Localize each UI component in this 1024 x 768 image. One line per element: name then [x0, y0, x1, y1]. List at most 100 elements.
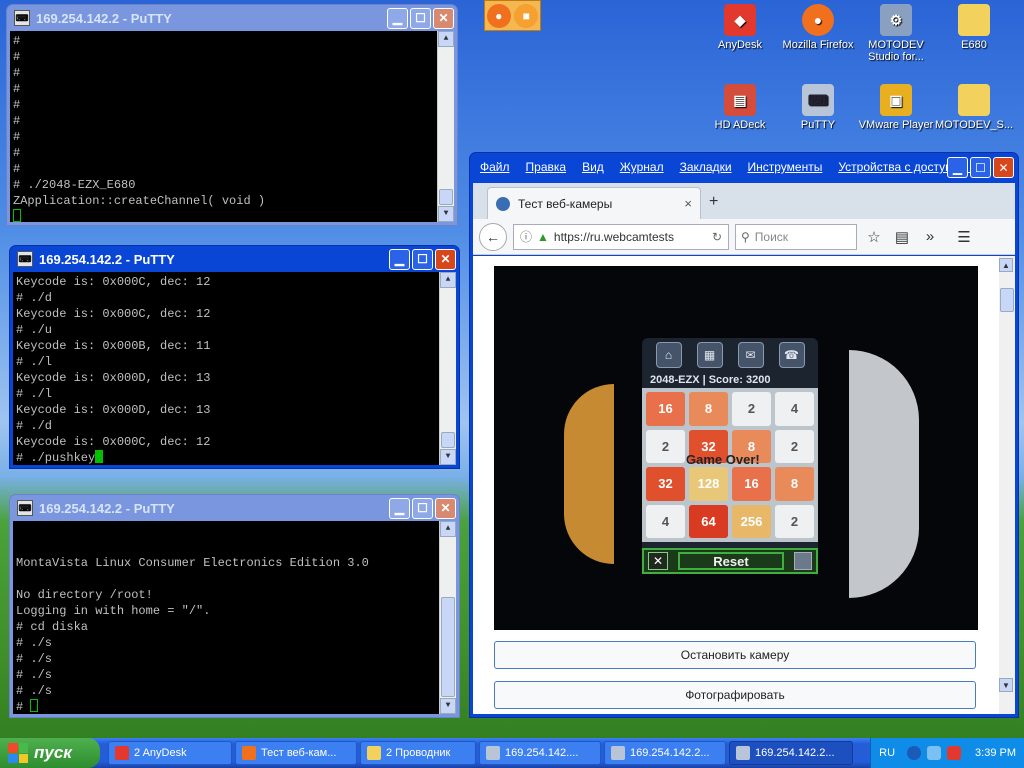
scroll-thumb[interactable] — [441, 597, 455, 697]
menu-item[interactable]: Инструменты — [748, 160, 823, 174]
scroll-up-arrow-icon[interactable]: ▲ — [438, 31, 454, 47]
minimize-button[interactable]: ▁ — [389, 497, 410, 519]
terminal-output[interactable]: # # # # # # # # # # ./2048-EZX_E680 ZApplication::… — [10, 31, 454, 222]
desktop-icon-firefox[interactable]: ● Mozilla Firefox — [779, 4, 857, 51]
menu-item[interactable]: Правка — [526, 160, 567, 174]
network-icon[interactable] — [927, 746, 942, 760]
desktop-icon-vmware-player[interactable]: ▣ VMware Player — [857, 84, 935, 131]
close-button[interactable]: ✕ — [435, 248, 456, 270]
menu-item[interactable]: Закладки — [680, 160, 732, 174]
reload-icon[interactable]: ↻ — [712, 230, 722, 244]
game-tile: 2 — [732, 392, 771, 426]
scroll-thumb[interactable] — [441, 432, 455, 448]
hamburger-menu-icon[interactable]: ☰ — [953, 228, 975, 246]
vertical-scrollbar[interactable]: ▲ ▼ — [437, 31, 454, 222]
vertical-scrollbar[interactable]: ▲ ▼ — [439, 272, 456, 465]
terminal-output[interactable]: Keycode is: 0x000C, dec: 12 # ./d Keycode … — [13, 272, 456, 465]
vertical-scrollbar[interactable]: ▲ ▼ — [439, 521, 456, 714]
close-button[interactable]: ✕ — [435, 497, 456, 519]
title-bar[interactable]: ⌨ 169.254.142.2 - PuTTY ▁ ☐ ✕ — [10, 5, 454, 31]
new-tab-button[interactable]: + — [709, 193, 718, 211]
taskbar-items: 2 AnyDesk Тест веб-кам... 2 Проводник 169.2… — [108, 741, 870, 765]
maximize-button[interactable]: ☐ — [412, 248, 433, 270]
maximize-button[interactable]: ☐ — [970, 157, 991, 178]
system-tray: RU 3:39 PM — [870, 738, 1024, 768]
minimize-button[interactable]: ▁ — [387, 7, 408, 29]
game-tile: 16 — [732, 467, 771, 501]
menu-item[interactable]: Вид — [582, 160, 604, 174]
page-scrollbar[interactable]: ▲ ▼ — [999, 256, 1015, 714]
taskbar-app-icon — [611, 746, 625, 760]
scroll-thumb[interactable] — [439, 189, 453, 205]
scroll-thumb[interactable] — [1000, 288, 1014, 312]
terminal-output[interactable]: MontaVista Linux Consumer Electronics Ed… — [13, 521, 456, 714]
close-button[interactable]: ✕ — [993, 157, 1014, 178]
scroll-up-arrow-icon[interactable]: ▲ — [999, 258, 1013, 272]
desktop-icon-motodev-folder[interactable]: MOTODEV_S... — [935, 84, 1013, 131]
scroll-down-arrow-icon[interactable]: ▼ — [440, 449, 456, 465]
title-bar[interactable]: ⌨ 169.254.142.2 - PuTTY ▁ ☐ ✕ — [13, 246, 456, 272]
taskbar-button[interactable]: 169.254.142.... — [479, 741, 601, 765]
game-tile: 64 — [689, 504, 728, 538]
game-tile: 16 — [646, 392, 685, 426]
title-bar[interactable]: ⌨ 169.254.142.2 - PuTTY ▁ ☐ ✕ — [13, 495, 456, 521]
desktop-icon-motodev-studio[interactable]: ⚙ MOTODEV Studio for... — [857, 4, 935, 63]
terminal-line: Keycode is: 0x000C, dec: 12 — [16, 275, 211, 289]
video-camera-icon[interactable]: ■ — [514, 3, 539, 28]
language-indicator[interactable]: RU — [879, 747, 895, 759]
taskbar-button[interactable]: 169.254.142.2... — [604, 741, 726, 765]
firefox-window[interactable]: Файл Правка Вид Журнал Закладки Инструменты Ус… — [469, 152, 1019, 718]
desktop-icon-e680-folder[interactable]: E680 — [935, 4, 1013, 51]
taskbar-app-icon — [736, 746, 750, 760]
taskbar-button[interactable]: 2 AnyDesk — [108, 741, 232, 765]
terminal-line: Logging in with home = "/". — [16, 604, 211, 618]
back-arrow-icon[interactable]: ← — [479, 222, 507, 251]
close-button[interactable]: ✕ — [433, 7, 454, 29]
taskbar-button[interactable]: 169.254.142.2... — [729, 741, 853, 765]
prompt-text: # — [16, 700, 31, 714]
terminal-line: # ./l — [16, 355, 53, 369]
terminal-line: # ./l — [16, 387, 53, 401]
menu-item[interactable]: Журнал — [620, 160, 664, 174]
anydesk-tray-icon[interactable] — [947, 746, 962, 760]
maximize-button[interactable]: ☐ — [412, 497, 433, 519]
info-icon[interactable]: ⓘ — [520, 228, 532, 245]
search-input[interactable]: ⚲ Поиск — [735, 223, 857, 250]
minimize-button[interactable]: ▁ — [947, 157, 968, 178]
desktop-icon-hd-adeck[interactable]: ▤ HD ADeck — [701, 84, 779, 131]
scroll-up-arrow-icon[interactable]: ▲ — [440, 272, 456, 288]
taskbar-button[interactable]: 2 Проводник — [360, 741, 476, 765]
tab-webcam-test[interactable]: Тест веб-камеры × — [487, 187, 701, 219]
minimize-button[interactable]: ▁ — [389, 248, 410, 270]
scroll-down-arrow-icon[interactable]: ▼ — [999, 678, 1013, 692]
scroll-up-arrow-icon[interactable]: ▲ — [440, 521, 456, 537]
maximize-button[interactable]: ☐ — [410, 7, 431, 29]
url-bar[interactable]: ⓘ ▲ https://ru.webcamtests ↻ — [513, 223, 729, 250]
taskbar-button[interactable]: Тест веб-кам... — [235, 741, 357, 765]
take-photo-button[interactable]: Фотографировать — [494, 681, 976, 709]
desktop-icon-anydesk[interactable]: ◆ AnyDesk — [701, 4, 779, 51]
taskbar-button-label: 169.254.142.2... — [630, 747, 710, 759]
putty-window-1[interactable]: ⌨ 169.254.142.2 - PuTTY ▁ ☐ ✕ # # # # # # # # # #… — [6, 4, 458, 226]
scroll-down-arrow-icon[interactable]: ▼ — [438, 206, 454, 222]
apps-icon: ▦ — [696, 342, 723, 368]
phone-toolbar: ⌂ ▦ ✉ ☎ — [642, 338, 818, 372]
menu-item[interactable]: Файл — [480, 160, 510, 174]
desktop-icon-label: MOTODEV_S... — [935, 119, 1014, 131]
scroll-down-arrow-icon[interactable]: ▼ — [440, 698, 456, 714]
phone-icon: ☎ — [778, 342, 805, 368]
tab-strip: Тест веб-камеры × + — [473, 183, 1015, 219]
tray-arrow-icon[interactable] — [907, 746, 922, 760]
firefox-icon[interactable]: ● — [486, 3, 511, 28]
terminal-line: MontaVista Linux Consumer Electronics Ed… — [16, 556, 369, 570]
putty-window-3[interactable]: ⌨ 169.254.142.2 - PuTTY ▁ ☐ ✕ MontaVista… — [9, 494, 460, 718]
start-button[interactable]: пуск — [0, 738, 100, 768]
putty-window-2[interactable]: ⌨ 169.254.142.2 - PuTTY ▁ ☐ ✕ Keycode is… — [9, 245, 460, 469]
bookmark-star-icon[interactable]: ☆ — [863, 228, 885, 246]
desktop-icon-label: AnyDesk — [717, 39, 763, 51]
tab-close-icon[interactable]: × — [684, 196, 692, 211]
desktop-icon-putty[interactable]: ⌨ PuTTY — [779, 84, 857, 131]
stop-camera-button[interactable]: Остановить камеру — [494, 641, 976, 669]
reader-view-icon[interactable]: ▤ — [891, 228, 913, 246]
overflow-chevron-icon[interactable]: » — [919, 228, 941, 245]
